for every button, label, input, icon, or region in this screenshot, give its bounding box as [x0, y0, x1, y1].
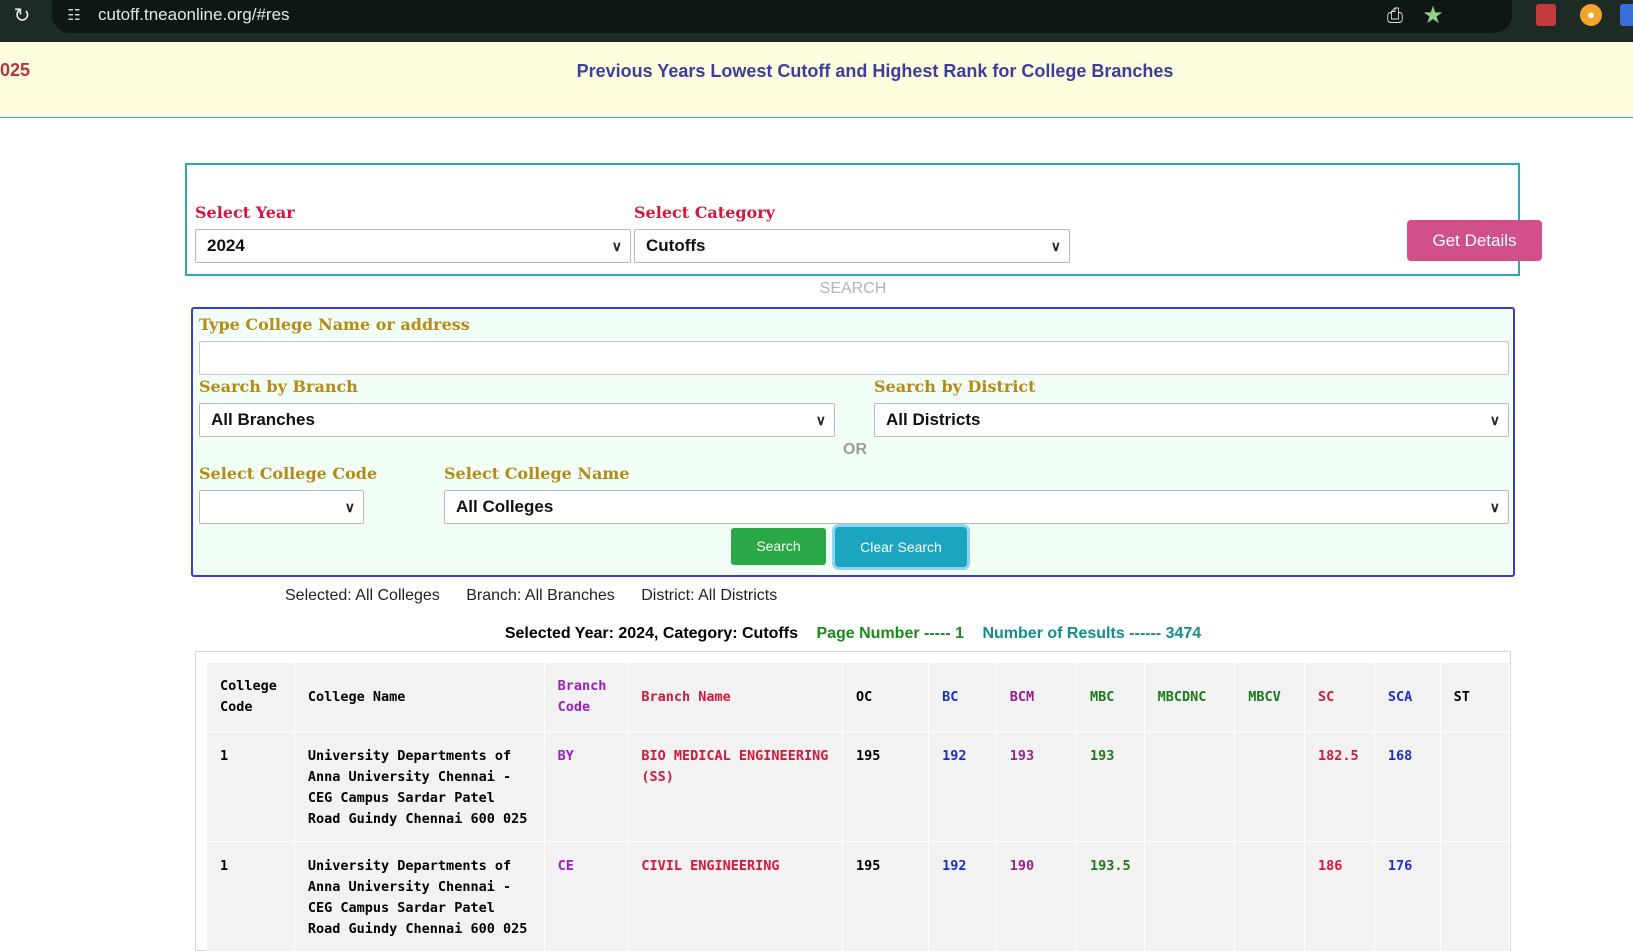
extension-circle-icon[interactable]: ● — [1580, 4, 1602, 26]
college-name-label: Select College Name — [444, 464, 630, 483]
year-label: Select Year — [195, 203, 295, 222]
cell-branch-name: CIVIL ENGINEERING — [627, 841, 843, 952]
cell-sca: 176 — [1373, 841, 1441, 952]
header-mbc: MBC — [1075, 662, 1145, 732]
cell-sca: 168 — [1373, 731, 1441, 842]
header-sca: SCA — [1373, 662, 1441, 732]
year-select-value: 2024 — [207, 236, 245, 255]
cell-branch-code: BY — [543, 731, 629, 842]
page-banner: 025 Previous Years Lowest Cutoff and Hig… — [0, 42, 1633, 118]
chevron-down-icon: ∨ — [1489, 412, 1500, 428]
college-code-label: Select College Code — [199, 464, 378, 483]
selected-branch: Branch: All Branches — [466, 587, 615, 604]
cell-mbc: 193.5 — [1075, 841, 1145, 952]
header-bc: BC — [928, 662, 997, 732]
cell-sc: 186 — [1303, 841, 1375, 952]
cell-college-code: 1 — [206, 731, 295, 842]
page-number: Page Number ----- 1 — [816, 625, 965, 642]
results-count: Number of Results ------ 3474 — [982, 625, 1202, 642]
cell-bcm: 190 — [995, 841, 1077, 952]
or-divider: OR — [843, 441, 867, 458]
cell-college-name: University Departments of Anna Universit… — [293, 731, 545, 842]
cell-mbcdnc — [1143, 841, 1236, 952]
cell-branch-code: CE — [543, 841, 629, 952]
cell-bcm: 193 — [995, 731, 1077, 842]
cell-bc: 192 — [928, 731, 997, 842]
results-table-container: College Code College Name Branch Code Br… — [195, 651, 1511, 952]
install-app-icon[interactable]: ⎙ — [1382, 4, 1408, 28]
cell-sc: 182.5 — [1303, 731, 1375, 842]
college-search-input[interactable] — [199, 341, 1509, 375]
cell-mbcdnc — [1143, 731, 1236, 842]
bookmark-star-icon[interactable]: ★ — [1420, 3, 1446, 29]
district-select-value: All Districts — [886, 410, 981, 429]
cell-college-code: 1 — [206, 841, 295, 952]
search-panel: Type College Name or address Search by B… — [191, 307, 1515, 577]
category-select-value: Cutoffs — [646, 236, 706, 255]
header-branch-code: Branch Code — [543, 662, 629, 732]
selected-college: Selected: All Colleges — [285, 587, 440, 604]
clear-search-button[interactable]: Clear Search — [835, 527, 967, 567]
branch-select[interactable]: All Branches ∨ — [199, 403, 835, 437]
header-st: ST — [1439, 662, 1511, 732]
results-summary: Selected Year: 2024, Category: Cutoffs P… — [0, 625, 1633, 643]
selected-year-category: Selected Year: 2024, Category: Cutoffs — [504, 625, 798, 642]
header-branch-name: Branch Name — [627, 662, 843, 732]
reload-icon[interactable]: ↻ — [10, 4, 34, 28]
cell-bc: 192 — [928, 841, 997, 952]
category-select[interactable]: Cutoffs ∨ — [634, 229, 1070, 263]
selection-summary: Selected: All Colleges Branch: All Branc… — [285, 587, 799, 605]
college-name-select-value: All Colleges — [456, 497, 554, 516]
year-category-panel: Select Year 2024 ∨ Select Category Cutof… — [185, 163, 1542, 276]
branch-select-value: All Branches — [211, 410, 315, 429]
district-label: Search by District — [874, 377, 1036, 396]
chevron-down-icon: ∨ — [1050, 238, 1061, 254]
selected-district: District: All Districts — [641, 587, 778, 604]
chevron-down-icon: ∨ — [1489, 499, 1500, 515]
results-table: College Code College Name Branch Code Br… — [206, 662, 1511, 952]
branch-label: Search by Branch — [199, 377, 358, 396]
browser-toolbar: ↻ ☷ cutoff.tneaonline.org/#res ⎙ ★ ● — [0, 0, 1633, 42]
header-bcm: BCM — [995, 662, 1077, 732]
search-button[interactable]: Search — [731, 528, 826, 565]
header-college-name: College Name — [293, 662, 545, 732]
cell-oc: 195 — [841, 731, 930, 842]
chevron-down-icon: ∨ — [815, 412, 826, 428]
cell-mbcv — [1234, 841, 1305, 952]
college-name-select[interactable]: All Colleges ∨ — [444, 490, 1509, 524]
cell-oc: 195 — [841, 841, 930, 952]
extension-puzzle-icon[interactable] — [1620, 4, 1633, 26]
cell-st — [1439, 731, 1511, 842]
get-details-button[interactable]: Get Details — [1407, 220, 1542, 261]
cell-st — [1439, 841, 1511, 952]
chevron-down-icon: ∨ — [344, 499, 355, 515]
header-college-code: College Code — [206, 662, 295, 732]
site-info-icon[interactable]: ☷ — [64, 6, 84, 26]
header-mbcv: MBCV — [1234, 662, 1305, 732]
chevron-down-icon: ∨ — [611, 238, 622, 254]
header-oc: OC — [841, 662, 930, 732]
college-text-label: Type College Name or address — [199, 315, 470, 334]
extension-bookmark-icon[interactable] — [1536, 4, 1556, 26]
header-mbcdnc: MBCDNC — [1143, 662, 1236, 732]
college-code-select[interactable]: ∨ — [199, 490, 364, 524]
cell-mbc: 193 — [1075, 731, 1145, 842]
cell-branch-name: BIO MEDICAL ENGINEERING (SS) — [627, 731, 843, 842]
district-select[interactable]: All Districts ∨ — [874, 403, 1509, 437]
page-title: Previous Years Lowest Cutoff and Highest… — [576, 61, 1174, 81]
address-bar[interactable]: ☷ cutoff.tneaonline.org/#res — [52, 0, 1512, 33]
url-text[interactable]: cutoff.tneaonline.org/#res — [98, 4, 290, 26]
category-label: Select Category — [634, 203, 775, 222]
table-row: 1 University Departments of Anna Univers… — [206, 841, 1511, 952]
table-header-row: College Code College Name Branch Code Br… — [206, 662, 1511, 732]
header-sc: SC — [1303, 662, 1375, 732]
cell-mbcv — [1234, 731, 1305, 842]
search-caption: SEARCH — [819, 280, 887, 297]
year-select[interactable]: 2024 ∨ — [195, 229, 631, 263]
cell-college-name: University Departments of Anna Universit… — [293, 841, 545, 952]
table-row: 1 University Departments of Anna Univers… — [206, 731, 1511, 842]
